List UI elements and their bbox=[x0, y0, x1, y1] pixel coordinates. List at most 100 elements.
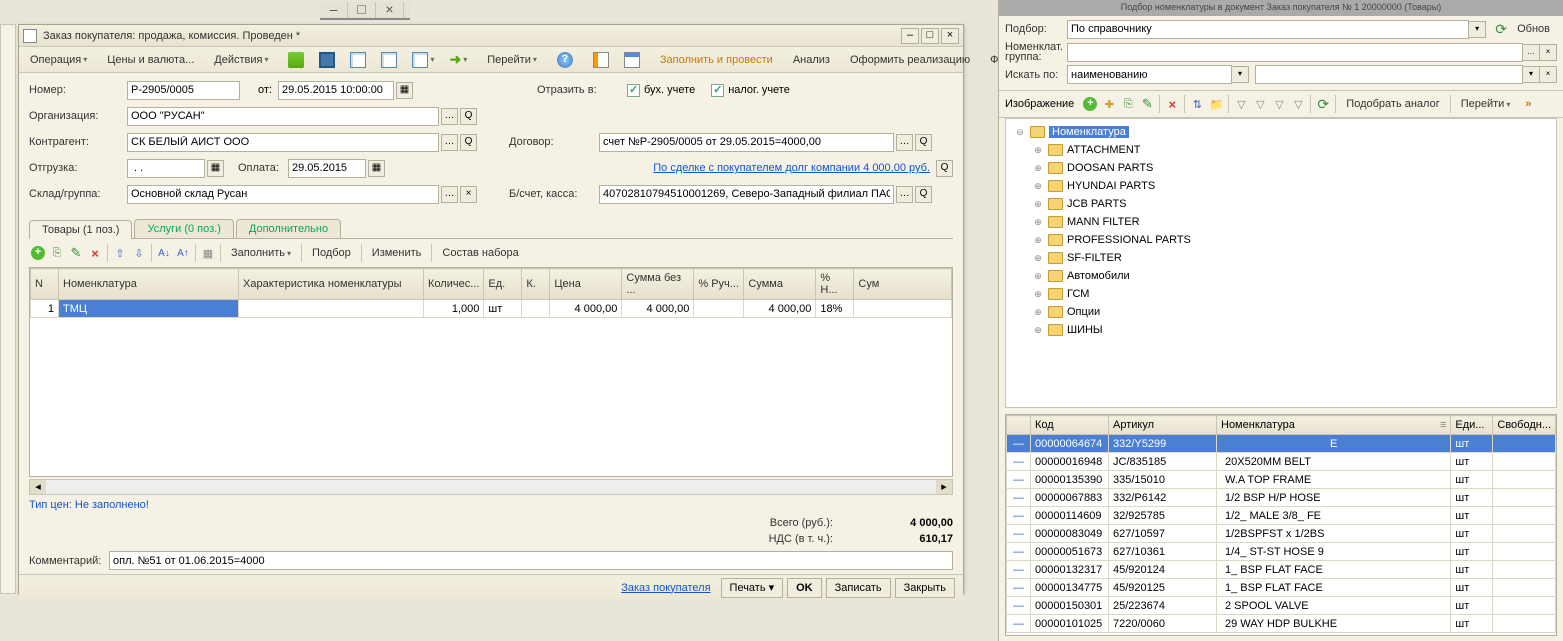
post-icon[interactable] bbox=[281, 50, 311, 70]
expand-icon[interactable]: ⊕ bbox=[1032, 163, 1044, 174]
item-row[interactable]: —00000064674332/Y5299Eшт bbox=[1007, 435, 1556, 453]
operation-menu[interactable]: Операция▾ bbox=[23, 50, 94, 70]
tree-item[interactable]: ⊕DOOSAN PARTS bbox=[1008, 159, 1554, 177]
col-ed[interactable]: Ед. bbox=[484, 269, 522, 300]
realize-button[interactable]: Оформить реализацию bbox=[843, 50, 977, 70]
col-free[interactable]: Свободн... bbox=[1493, 416, 1556, 435]
nabor-button[interactable]: Состав набора bbox=[435, 243, 525, 263]
order-link[interactable]: Заказ покупателя bbox=[621, 582, 710, 594]
refresh-tree-icon[interactable]: ⟳ bbox=[1314, 95, 1332, 113]
scroll-left-icon[interactable]: ◂ bbox=[30, 480, 46, 494]
search-mode-select[interactable] bbox=[1067, 65, 1232, 84]
item-row[interactable]: —000001010257220/006029 WAY HDP BULKHEшт bbox=[1007, 615, 1556, 633]
collapse-icon[interactable]: ⊖ bbox=[1014, 127, 1026, 138]
refresh-button[interactable]: Обнов bbox=[1510, 19, 1557, 39]
bg-max-icon[interactable]: □ bbox=[348, 2, 376, 18]
podbor-select[interactable] bbox=[1067, 20, 1469, 39]
save-icon[interactable] bbox=[312, 50, 342, 70]
col-price[interactable]: Цена bbox=[550, 269, 622, 300]
expand-icon[interactable]: ⊕ bbox=[1032, 325, 1044, 336]
debt-link[interactable]: По сделке с покупателем долг компании 4 … bbox=[653, 162, 930, 174]
dogovor-input[interactable] bbox=[599, 133, 894, 152]
minimize-button[interactable]: – bbox=[901, 28, 919, 44]
item-row[interactable]: —00000135390335/15010W.A TOP FRAMEшт bbox=[1007, 471, 1556, 489]
maximize-button[interactable]: □ bbox=[921, 28, 939, 44]
expand-icon[interactable]: ⊕ bbox=[1032, 253, 1044, 264]
expand-icon[interactable]: ⊕ bbox=[1032, 181, 1044, 192]
nomgroup-input[interactable] bbox=[1067, 43, 1523, 62]
delete-row-icon[interactable]: × bbox=[86, 244, 104, 262]
ship-date-input[interactable] bbox=[127, 159, 205, 178]
search-clear-icon[interactable]: × bbox=[1540, 66, 1557, 83]
tab-extra[interactable]: Дополнительно bbox=[236, 219, 341, 238]
col-article[interactable]: Артикул bbox=[1109, 416, 1217, 435]
number-input[interactable] bbox=[127, 81, 240, 100]
calendar-icon[interactable]: ▦ bbox=[396, 82, 413, 99]
filter-3-icon[interactable]: ▽ bbox=[1270, 95, 1288, 113]
tree-item[interactable]: ⊕MANN FILTER bbox=[1008, 213, 1554, 231]
prices-button[interactable]: Цены и валюта... bbox=[100, 50, 201, 70]
close-button[interactable]: × bbox=[941, 28, 959, 44]
org-select-icon[interactable]: … bbox=[441, 108, 458, 125]
goto-menu-right[interactable]: Перейти▾ bbox=[1454, 94, 1518, 114]
item-row[interactable]: —0000013231745/9201241_ BSP FLAT FACEшт bbox=[1007, 561, 1556, 579]
expand-icon[interactable]: ⊕ bbox=[1032, 145, 1044, 156]
tree-item[interactable]: ⊕JCB PARTS bbox=[1008, 195, 1554, 213]
scroll-right-icon[interactable]: ▸ bbox=[936, 480, 952, 494]
bank-input[interactable] bbox=[599, 185, 894, 204]
layout-icon-2[interactable] bbox=[617, 50, 647, 70]
filter-clear-icon[interactable]: ▽ bbox=[1289, 95, 1307, 113]
nu-checkbox[interactable] bbox=[711, 84, 724, 97]
item-row[interactable]: —0000013477545/9201251_ BSP FLAT FACEшт bbox=[1007, 579, 1556, 597]
delete-icon[interactable]: × bbox=[1163, 95, 1181, 113]
sklad-select-icon[interactable]: … bbox=[441, 186, 458, 203]
item-row[interactable]: —0000011460932/9257851/2_ MALE 3/8_ FEшт bbox=[1007, 507, 1556, 525]
tree-item[interactable]: ⊕PROFESSIONAL PARTS bbox=[1008, 231, 1554, 249]
col-item-nomenclature[interactable]: Номенклатура ≡ bbox=[1217, 416, 1451, 435]
search-mode-dropdown-icon[interactable]: ▾ bbox=[1232, 66, 1249, 83]
move-up-icon[interactable]: ⇧ bbox=[111, 244, 129, 262]
add-group-icon[interactable]: ✚ bbox=[1100, 95, 1118, 113]
from-date-input[interactable] bbox=[278, 81, 394, 100]
right-overflow-icon[interactable]: » bbox=[1518, 94, 1538, 114]
tree-item[interactable]: ⊕ШИНЫ bbox=[1008, 321, 1554, 339]
goods-grid[interactable]: N Номенклатура Характеристика номенклату… bbox=[29, 267, 953, 477]
contr-select-icon[interactable]: … bbox=[441, 134, 458, 151]
item-row[interactable]: —00000051673627/103611/4_ ST-ST HOSE 9шт bbox=[1007, 543, 1556, 561]
col-pn[interactable]: % Н... bbox=[816, 269, 854, 300]
nomgroup-select-icon[interactable]: … bbox=[1523, 44, 1540, 61]
bank-open-icon[interactable]: Q bbox=[915, 186, 932, 203]
hierarchy-icon[interactable]: ⇅ bbox=[1188, 95, 1206, 113]
analysis-button[interactable]: Анализ bbox=[786, 50, 837, 70]
close-button[interactable]: Закрыть bbox=[895, 578, 955, 598]
item-row[interactable]: —0000015030125/2236742 SPOOL VALVEшт bbox=[1007, 597, 1556, 615]
actions-menu[interactable]: Действия▾ bbox=[207, 50, 275, 70]
doc-icon-1[interactable] bbox=[343, 50, 373, 70]
print-button[interactable]: Печать▾ bbox=[721, 578, 784, 598]
expand-icon[interactable]: ⊕ bbox=[1032, 199, 1044, 210]
refresh-icon[interactable]: ⟳ bbox=[1492, 20, 1510, 38]
podbor-button[interactable]: Подбор bbox=[305, 243, 358, 263]
tree-item[interactable]: ⊕SF-FILTER bbox=[1008, 249, 1554, 267]
copy-row-icon[interactable]: ⎘ bbox=[48, 244, 66, 262]
filter-1-icon[interactable]: ▽ bbox=[1232, 95, 1250, 113]
comment-input[interactable] bbox=[109, 551, 953, 570]
tree-item[interactable]: ⊕Опции bbox=[1008, 303, 1554, 321]
fill-menu[interactable]: Заполнить▾ bbox=[224, 243, 298, 263]
sort-asc-icon[interactable]: A↓ bbox=[155, 244, 173, 262]
dogovor-select-icon[interactable]: … bbox=[896, 134, 913, 151]
tree-item[interactable]: ⊕ГСМ bbox=[1008, 285, 1554, 303]
item-row[interactable]: —00000083049627/105971/2BSPFST x 1/2BSшт bbox=[1007, 525, 1556, 543]
col-qty[interactable]: Количес... bbox=[424, 269, 484, 300]
expand-icon[interactable]: ⊕ bbox=[1032, 235, 1044, 246]
edit-row-icon[interactable]: ✎ bbox=[67, 244, 85, 262]
bg-close-icon[interactable]: × bbox=[376, 2, 404, 18]
tree-root[interactable]: ⊖ Номенклатура bbox=[1008, 123, 1554, 141]
move-group-icon[interactable]: 📁 bbox=[1207, 95, 1225, 113]
tree-item[interactable]: ⊕Автомобили bbox=[1008, 267, 1554, 285]
expand-icon[interactable]: ⊕ bbox=[1032, 289, 1044, 300]
nomgroup-clear-icon[interactable]: × bbox=[1540, 44, 1557, 61]
analog-button[interactable]: Подобрать аналог bbox=[1339, 94, 1446, 114]
bu-checkbox[interactable] bbox=[627, 84, 640, 97]
price-type-link[interactable]: Тип цен: Не заполнено! bbox=[19, 495, 963, 515]
